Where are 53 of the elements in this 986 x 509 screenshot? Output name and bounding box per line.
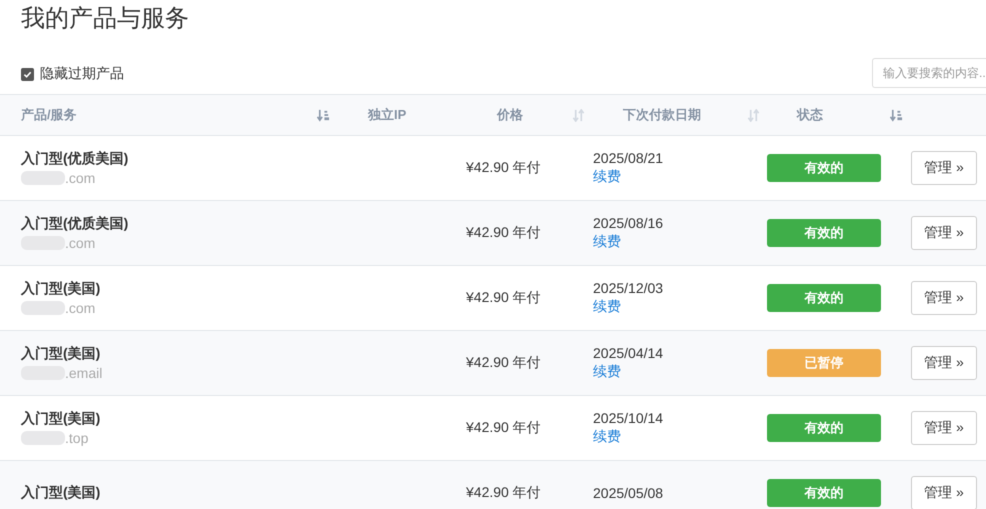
sort-descending-icon[interactable] (890, 108, 903, 122)
renew-link[interactable]: 续费 (593, 363, 746, 381)
status-badge: 有效的 (767, 414, 881, 442)
renew-link[interactable]: 续费 (593, 168, 746, 186)
domain-text: .com (65, 170, 96, 186)
product-name: 入门型(优质美国) (21, 150, 130, 168)
search-field[interactable]: 输入要搜索的内容.. (872, 58, 986, 88)
column-header[interactable]: 下次付款日期 (623, 106, 701, 124)
product-name: 入门型(优质美国) (21, 215, 130, 233)
column-header[interactable]: 独立IP (368, 106, 406, 124)
manage-button[interactable]: 管理 » (911, 411, 977, 445)
price-text: ¥42.90 年付 (466, 289, 542, 307)
manage-button[interactable]: 管理 » (911, 151, 977, 185)
due-date: 2025/08/16 (593, 215, 664, 231)
page-title: 我的产品与服务 (20, 4, 190, 34)
domain-text: .email (65, 365, 102, 381)
status-badge: 有效的 (767, 284, 881, 312)
product-name: 入门型(美国) (21, 345, 102, 363)
checkbox[interactable] (21, 68, 34, 80)
column-header[interactable]: 价格 (497, 106, 523, 124)
price-text: ¥42.90 年付 (466, 419, 542, 437)
due-date: 2025/05/08 (593, 485, 664, 501)
renew-link[interactable]: 续费 (593, 233, 746, 251)
renew-link[interactable]: 续费 (593, 428, 746, 446)
due-date: 2025/04/14 (593, 345, 664, 361)
sort-icon[interactable] (747, 108, 760, 122)
domain-text: .top (65, 430, 88, 446)
status-badge: 有效的 (767, 479, 881, 507)
status-badge: 有效的 (767, 219, 881, 247)
manage-button[interactable]: 管理 » (911, 476, 977, 509)
product-name: 入门型(美国) (21, 280, 102, 298)
product-name: 入门型(美国) (21, 484, 102, 502)
manage-button[interactable]: 管理 » (911, 281, 977, 315)
domain-text: .com (65, 300, 96, 316)
price-text: ¥42.90 年付 (466, 354, 542, 372)
column-header[interactable]: 状态 (797, 106, 823, 124)
price-text: ¥42.90 年付 (466, 159, 542, 177)
domain-text: .com (65, 235, 96, 251)
sort-descending-icon[interactable] (317, 108, 330, 122)
due-date: 2025/12/03 (593, 280, 664, 296)
status-badge: 已暂停 (767, 349, 881, 377)
checkbox-label: 隐藏过期产品 (40, 65, 124, 83)
product-name: 入门型(美国) (21, 410, 102, 428)
due-date: 2025/08/21 (593, 150, 664, 166)
manage-button[interactable]: 管理 » (911, 346, 977, 380)
price-text: ¥42.90 年付 (466, 484, 542, 502)
column-header[interactable]: 产品/服务 (21, 106, 77, 124)
status-badge: 有效的 (767, 154, 881, 182)
manage-button[interactable]: 管理 » (911, 216, 977, 250)
renew-link[interactable]: 续费 (593, 298, 746, 316)
price-text: ¥42.90 年付 (466, 224, 542, 242)
due-date: 2025/10/14 (593, 410, 664, 426)
sort-icon[interactable] (572, 108, 585, 122)
